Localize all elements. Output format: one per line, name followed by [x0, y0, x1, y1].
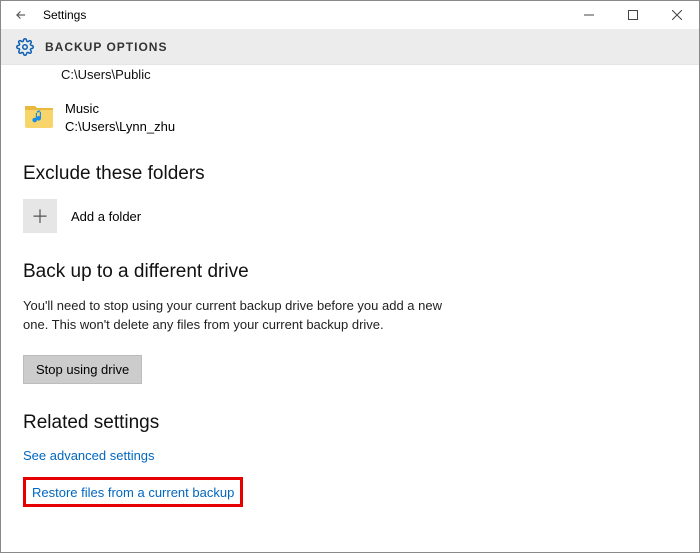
window-title: Settings [43, 8, 86, 22]
folder-name: Music [65, 100, 175, 118]
gear-icon [15, 37, 35, 57]
exclude-heading: Exclude these folders [23, 163, 677, 185]
related-settings-heading: Related settings [23, 412, 677, 434]
minimize-button[interactable] [567, 1, 611, 29]
stop-using-drive-button[interactable]: Stop using drive [23, 355, 142, 384]
page-title: BACKUP OPTIONS [45, 40, 167, 54]
music-folder-icon [23, 100, 55, 130]
different-drive-description: You'll need to stop using your current b… [23, 297, 443, 335]
plus-icon: ＋ [23, 199, 57, 233]
maximize-button[interactable] [611, 1, 655, 29]
highlight-box: Restore files from a current backup [23, 477, 243, 507]
add-folder-label: Add a folder [71, 209, 141, 224]
back-button[interactable] [11, 8, 31, 22]
folder-item-music[interactable]: Music C:\Users\Lynn_zhu [23, 100, 677, 135]
truncated-path-text: C:\Users\Public [61, 67, 677, 82]
see-advanced-settings-link[interactable]: See advanced settings [23, 448, 155, 463]
folder-path: C:\Users\Lynn_zhu [65, 118, 175, 136]
folder-item-texts: Music C:\Users\Lynn_zhu [65, 100, 175, 135]
page-header: BACKUP OPTIONS [1, 29, 699, 65]
settings-window: Settings BACKUP OPTIONS C:\Users\Public [0, 0, 700, 553]
content-area: C:\Users\Public Music C:\Users\Lynn_zhu … [1, 65, 699, 552]
titlebar: Settings [1, 1, 699, 29]
different-drive-heading: Back up to a different drive [23, 261, 677, 283]
close-button[interactable] [655, 1, 699, 29]
restore-files-link[interactable]: Restore files from a current backup [32, 485, 234, 500]
add-folder-button[interactable]: ＋ Add a folder [23, 199, 677, 233]
